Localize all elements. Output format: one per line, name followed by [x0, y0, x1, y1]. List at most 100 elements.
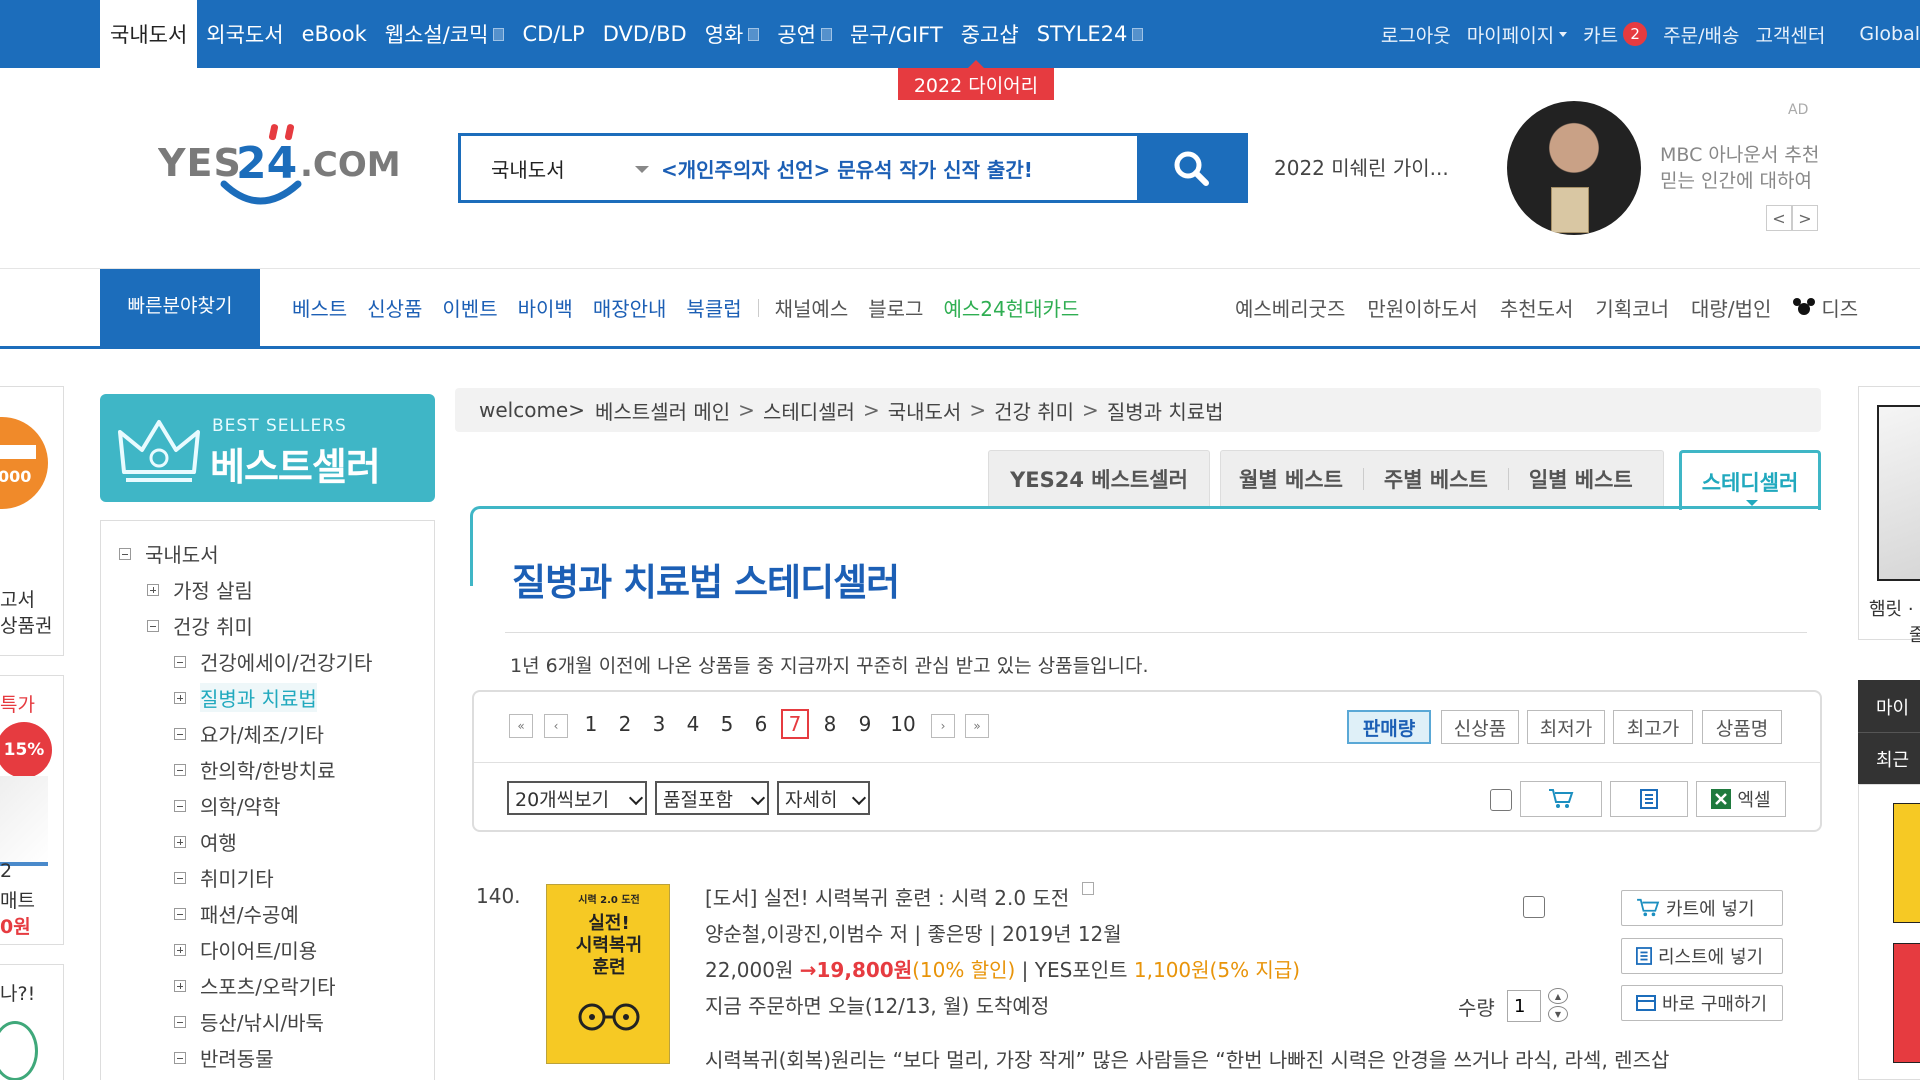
- page-number[interactable]: 8: [816, 712, 844, 736]
- sort-option-button[interactable]: 최저가: [1527, 710, 1605, 744]
- product-title-link[interactable]: [도서] 실전! 시력복귀 훈련 : 시력 2.0 도전: [705, 882, 1094, 911]
- top-nav-item[interactable]: 영화: [696, 0, 769, 68]
- page-number[interactable]: 10: [886, 712, 920, 736]
- category-nav-item[interactable]: 채널예스: [765, 293, 859, 322]
- search-category-select[interactable]: 국내도서: [461, 136, 661, 200]
- cart-link[interactable]: 카트 2: [1575, 21, 1655, 48]
- category-nav-item[interactable]: 만원이하도서: [1356, 293, 1488, 322]
- tree-item[interactable]: 스포츠/오락기타: [174, 971, 336, 1000]
- tree-item[interactable]: 취미기타: [174, 863, 274, 892]
- expand-icon[interactable]: [174, 979, 186, 992]
- page-number[interactable]: 6: [747, 712, 775, 736]
- right-recent-label[interactable]: 최근: [1876, 746, 1909, 772]
- collapse-icon[interactable]: [147, 619, 159, 632]
- collapse-icon[interactable]: [174, 907, 186, 920]
- tree-item[interactable]: 다이어트/미용: [174, 935, 317, 964]
- breadcrumb-item[interactable]: 스테디셀러: [763, 396, 855, 425]
- buy-now-button[interactable]: 바로 구매하기: [1621, 985, 1783, 1021]
- global-link[interactable]: Global: [1833, 23, 1920, 45]
- tab-monthly[interactable]: 월별 베스트: [1221, 464, 1363, 494]
- page-number[interactable]: 9: [851, 712, 879, 736]
- tree-item[interactable]: 등산/낚시/바둑: [174, 1007, 324, 1036]
- tree-item[interactable]: 반려동물: [174, 1043, 274, 1072]
- add-to-list-button[interactable]: 리스트에 넣기: [1621, 938, 1783, 974]
- search-input[interactable]: [661, 136, 1137, 200]
- top-nav-item[interactable]: eBook: [293, 0, 376, 68]
- left-ad-1[interactable]: 000 고서 상품권: [0, 386, 64, 656]
- yes24-logo[interactable]: YES 24 .COM: [157, 120, 408, 220]
- select-all-checkbox[interactable]: [1490, 789, 1512, 811]
- breadcrumb-item[interactable]: 건강 취미: [994, 396, 1074, 425]
- tree-item[interactable]: 한의학/한방치료: [174, 755, 336, 784]
- collapse-icon[interactable]: [174, 799, 186, 812]
- breadcrumb-item[interactable]: 국내도서: [888, 396, 962, 425]
- tree-item[interactable]: 건강에세이/건강기타: [174, 647, 372, 676]
- sort-option-button[interactable]: 최고가: [1613, 710, 1693, 744]
- collapse-icon[interactable]: [119, 547, 131, 560]
- page-number[interactable]: 4: [679, 712, 707, 736]
- collapse-icon[interactable]: [174, 1015, 186, 1028]
- top-nav-item[interactable]: 공연: [768, 0, 841, 68]
- tree-item[interactable]: 국내도서: [119, 539, 219, 568]
- qty-decrease-button[interactable]: ▼: [1548, 1006, 1568, 1022]
- per-page-select[interactable]: 20개씩보기: [507, 781, 647, 815]
- add-selected-to-list-button[interactable]: [1610, 781, 1688, 817]
- support-link[interactable]: 고객센터: [1747, 21, 1833, 48]
- sort-option-button[interactable]: 판매량: [1347, 710, 1431, 744]
- next-page-button[interactable]: ›: [931, 714, 955, 738]
- right-my-label[interactable]: 마이: [1876, 694, 1909, 720]
- right-ad-book[interactable]: 햄릿 · 줄: [1858, 386, 1920, 646]
- top-nav-item[interactable]: DVD/BD: [594, 0, 696, 68]
- tab-daily[interactable]: 일별 베스트: [1509, 464, 1653, 494]
- top-nav-item[interactable]: CD/LP: [513, 0, 593, 68]
- top-nav-item[interactable]: 문구/GIFT: [841, 0, 952, 68]
- category-nav-card[interactable]: 예스24현대카드: [933, 293, 1089, 322]
- add-to-cart-button[interactable]: 카트에 넣기: [1621, 890, 1783, 926]
- qty-increase-button[interactable]: ▲: [1548, 988, 1568, 1004]
- page-number[interactable]: 5: [713, 712, 741, 736]
- page-number[interactable]: 3: [645, 712, 673, 736]
- category-nav-item[interactable]: 베스트: [282, 293, 357, 322]
- recent-item-image[interactable]: [1893, 943, 1920, 1063]
- category-nav-item[interactable]: 북클럽: [676, 293, 751, 322]
- sort-option-button[interactable]: 상품명: [1702, 710, 1782, 744]
- soldout-select[interactable]: 품절포함: [655, 781, 769, 815]
- tree-item[interactable]: 건강 취미: [147, 611, 253, 640]
- last-page-button[interactable]: »: [965, 714, 989, 738]
- tab-steady-seller[interactable]: 스테디셀러: [1679, 450, 1821, 510]
- top-nav-item[interactable]: STYLE24: [1028, 0, 1153, 68]
- category-nav-item[interactable]: 기획코너: [1584, 293, 1680, 322]
- excel-export-button[interactable]: 엑셀: [1696, 781, 1786, 817]
- page-number[interactable]: 2: [611, 712, 639, 736]
- ad-next-button[interactable]: >: [1792, 205, 1818, 231]
- collapse-icon[interactable]: [174, 655, 186, 668]
- breadcrumb-item[interactable]: 베스트셀러 메인: [595, 396, 730, 425]
- top-nav-item[interactable]: 국내도서: [100, 0, 198, 68]
- page-number[interactable]: 7: [781, 709, 809, 739]
- new-window-icon[interactable]: [1081, 882, 1094, 895]
- collapse-icon[interactable]: [174, 763, 186, 776]
- category-nav-item[interactable]: 이벤트: [432, 293, 507, 322]
- tab-weekly[interactable]: 주별 베스트: [1364, 464, 1508, 494]
- left-ad-3[interactable]: 나?!: [0, 964, 64, 1080]
- category-nav-item[interactable]: 대량/법인: [1680, 293, 1782, 322]
- quantity-input[interactable]: [1507, 990, 1541, 1022]
- search-button[interactable]: [1137, 136, 1245, 200]
- top-nav-item[interactable]: 외국도서: [197, 0, 292, 68]
- page-number[interactable]: 1: [577, 712, 605, 736]
- ad-text[interactable]: MBC 아나운서 추천 믿는 인간에 대하여: [1660, 142, 1819, 194]
- left-ad-2[interactable]: 특가 15% 2 매트 0원: [0, 675, 64, 945]
- add-selected-to-cart-button[interactable]: [1520, 781, 1602, 817]
- category-nav-item[interactable]: 바이백: [508, 293, 583, 322]
- category-nav-item[interactable]: 블로그: [858, 293, 933, 322]
- category-nav-item[interactable]: 신상품: [357, 293, 432, 322]
- breadcrumb-home[interactable]: welcome>: [479, 398, 585, 422]
- breadcrumb-item[interactable]: 질병과 치료법: [1107, 396, 1224, 425]
- quick-find-button[interactable]: 빠른분야찾기: [100, 269, 260, 349]
- product-author-line[interactable]: 양순철,이광진,이범수 저 | 좋은땅 | 2019년 12월: [705, 918, 1122, 947]
- ad-prev-button[interactable]: <: [1766, 205, 1792, 231]
- recent-item-image[interactable]: [1893, 803, 1920, 923]
- category-nav-disney[interactable]: 디즈: [1782, 293, 1869, 322]
- tree-item[interactable]: 요가/체조/기타: [174, 719, 324, 748]
- expand-icon[interactable]: [147, 583, 159, 596]
